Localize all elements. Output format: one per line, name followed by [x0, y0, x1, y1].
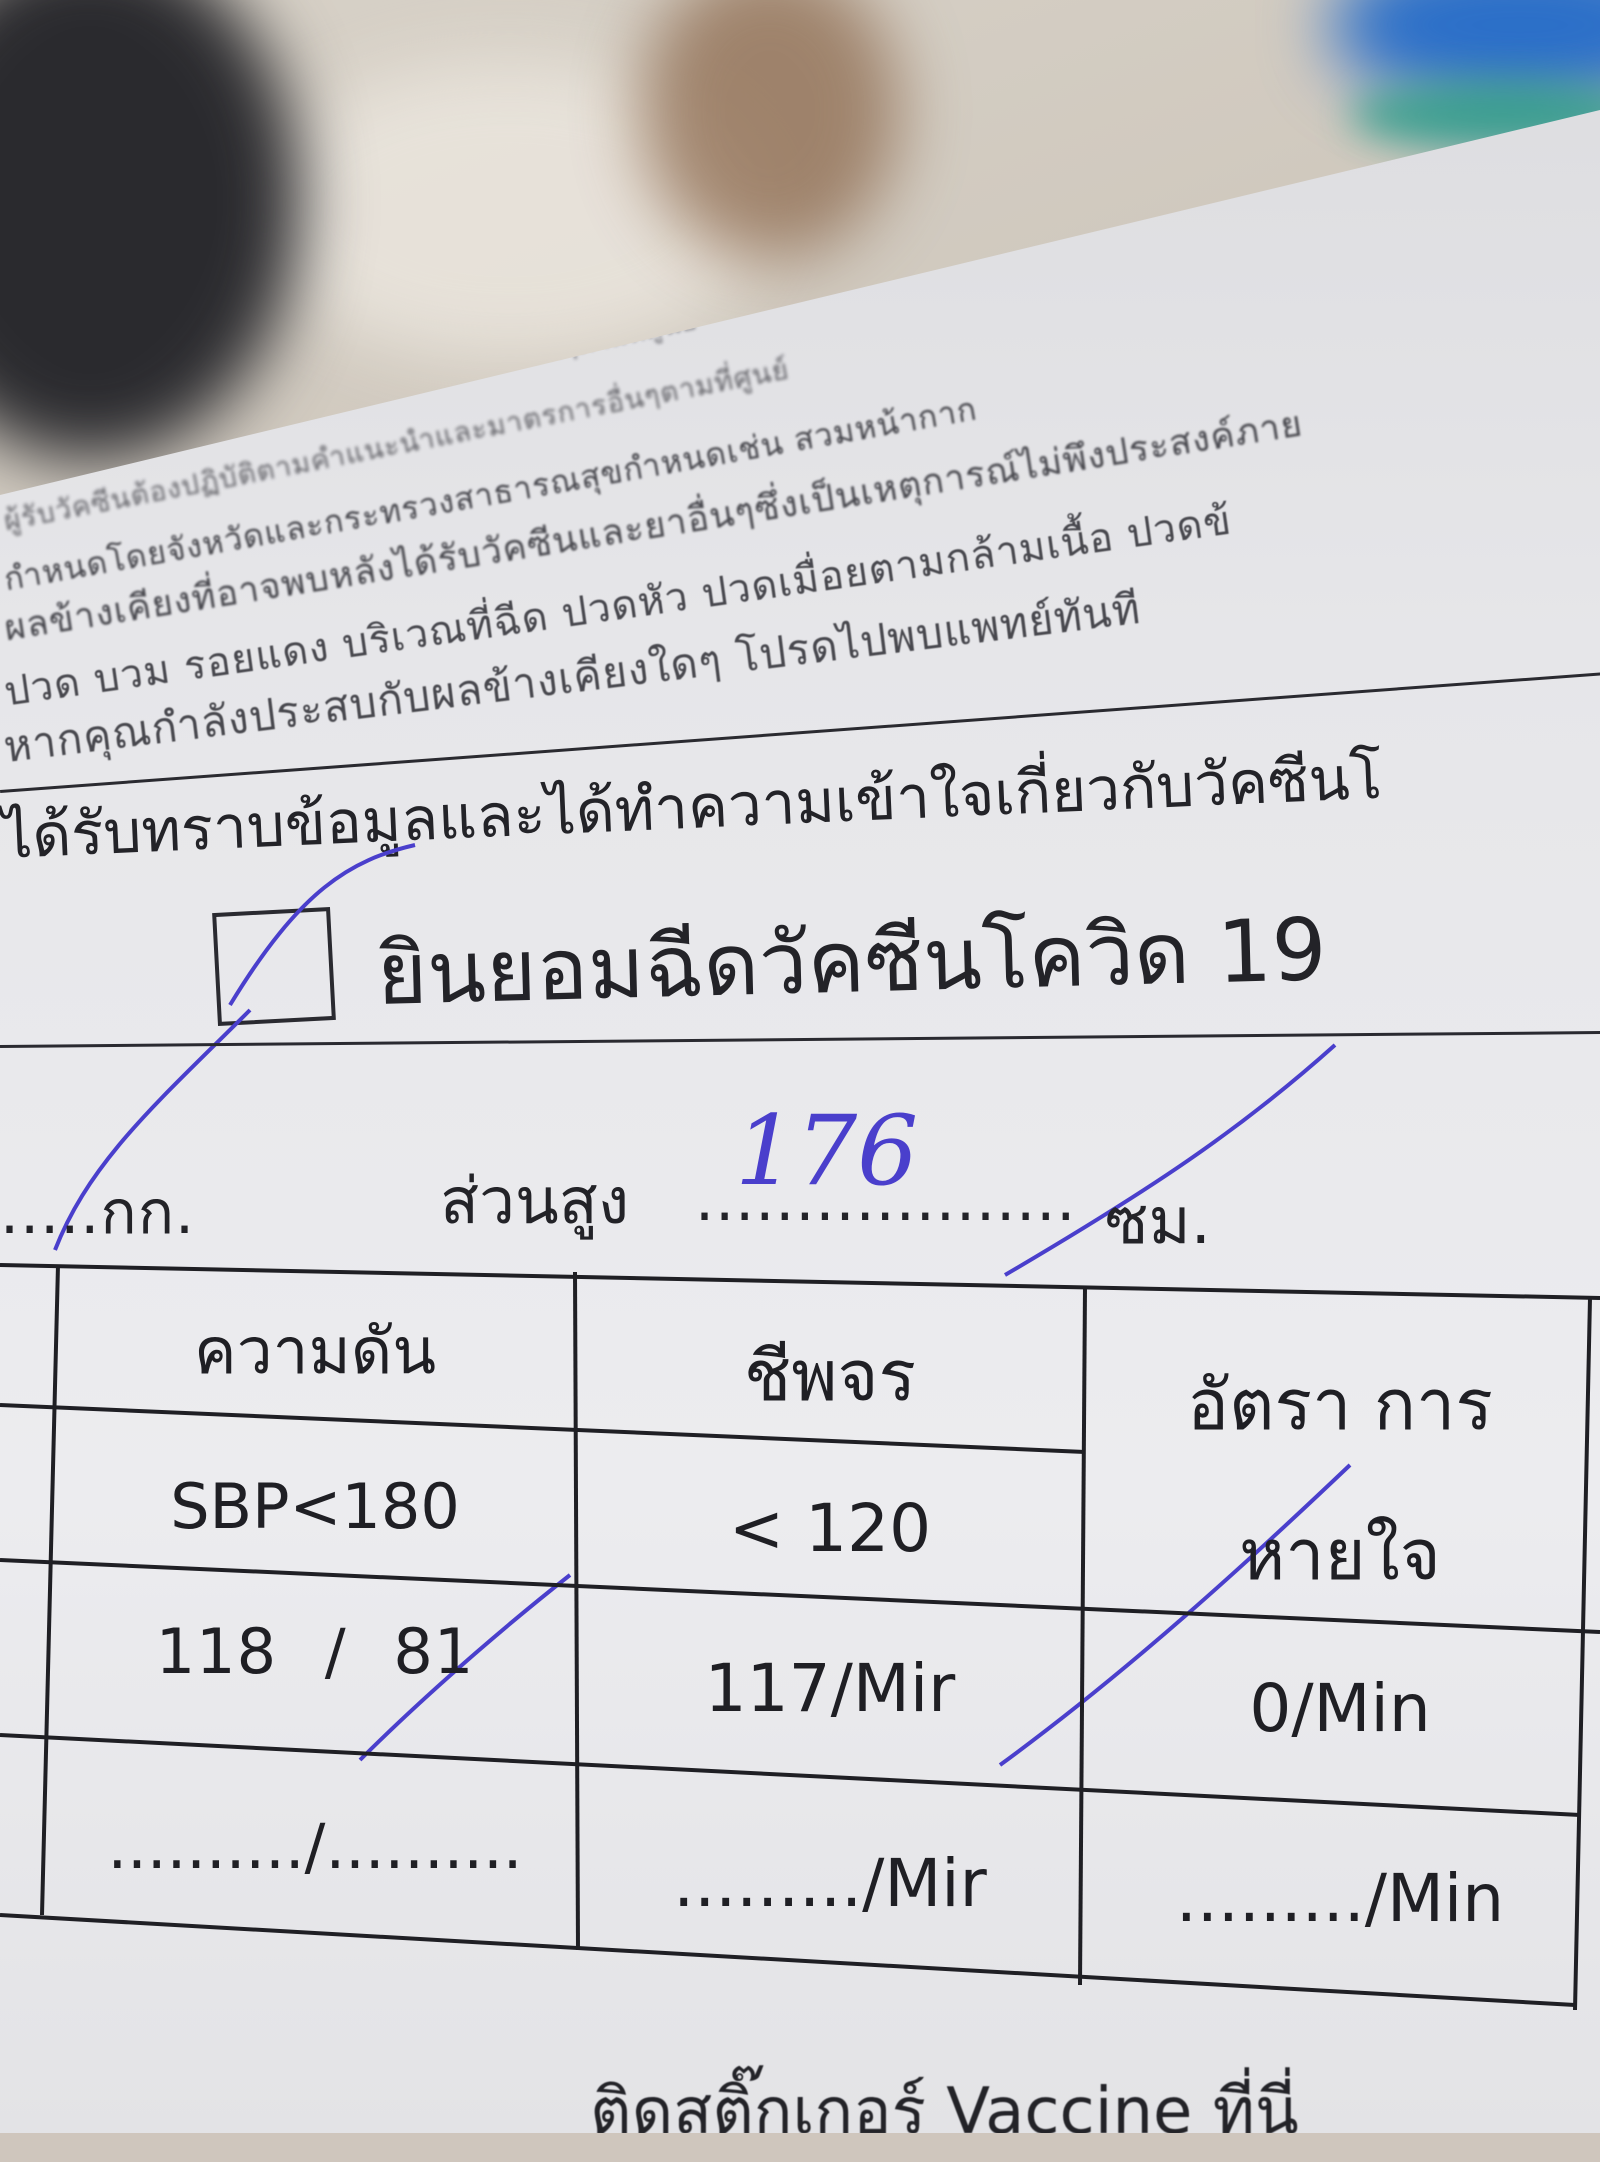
respiration-reading[interactable]: 0/Min: [1090, 1670, 1590, 1747]
header-pulse: ชีพจร: [743, 1335, 917, 1417]
respiration-unit: /Min: [1364, 1860, 1505, 1937]
sticker-area-label: ติดสติ๊กเกอร์ Vaccine ที่นี่: [590, 2075, 1299, 2149]
respiration-reading[interactable]: ........./Min: [1090, 1860, 1590, 1937]
pulse-reading[interactable]: ........./Mir: [580, 1845, 1080, 1922]
bp-reading[interactable]: ........../..........: [60, 1810, 570, 1883]
pulse-value: 117: [704, 1650, 831, 1727]
pulse-unit: /Mir: [830, 1650, 956, 1727]
sbp-value: 118: [155, 1615, 278, 1688]
header-blood-pressure: ความดัน: [193, 1315, 437, 1389]
pulse-reading[interactable]: 117/Mir: [580, 1650, 1080, 1727]
respiration-value: 0: [1249, 1670, 1292, 1747]
bg-dark-object: [0, 0, 300, 460]
bp-reading[interactable]: 118 / 81: [60, 1615, 570, 1688]
dbp-value: 81: [393, 1615, 475, 1688]
pulse-unit: /Mir: [862, 1845, 987, 1922]
header-respiration: อัตรา การหายใจ: [1187, 1364, 1493, 1596]
respiration-unit: /Min: [1291, 1670, 1431, 1747]
criteria-pulse: < 120: [728, 1490, 932, 1567]
criteria-blood-pressure: SBP<180: [170, 1470, 460, 1543]
